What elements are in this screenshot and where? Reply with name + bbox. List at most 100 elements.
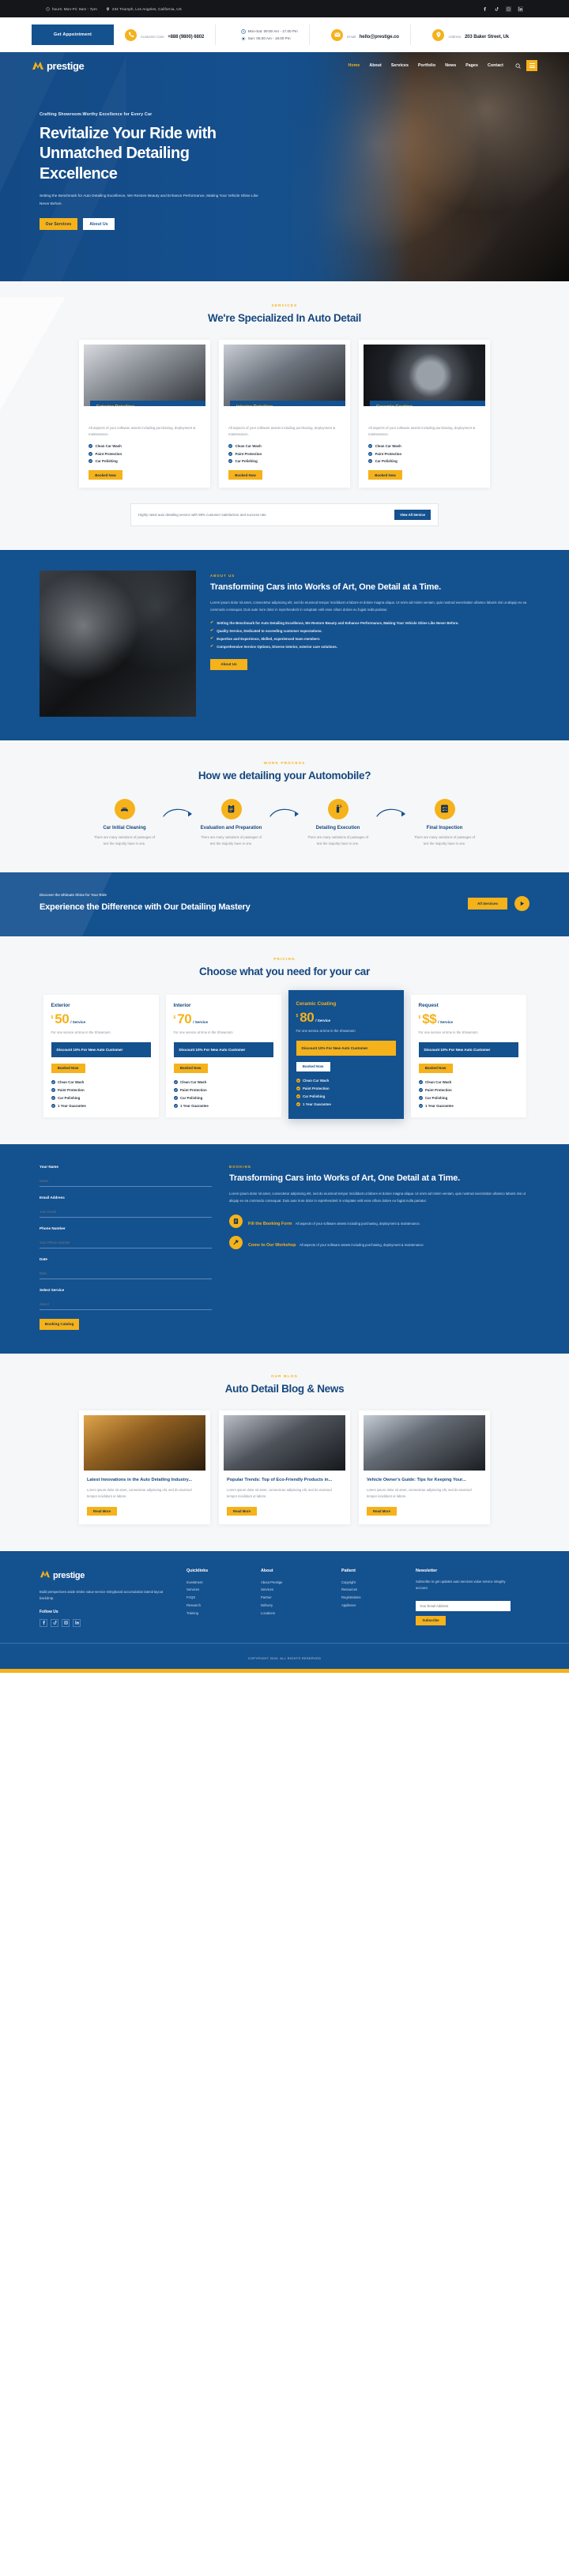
site-logo[interactable]: prestige: [32, 59, 85, 72]
booking-content: BOOKING Transforming Cars into Works of …: [229, 1165, 529, 1330]
plan-book-button[interactable]: Booked Now: [173, 1063, 208, 1073]
get-appointment-button[interactable]: Get Appointment: [32, 24, 114, 45]
service-select[interactable]: [40, 1301, 212, 1310]
service-badge-title: Ceramic Coating: [376, 405, 484, 406]
blog-kicker: OUR BLOG: [270, 1373, 299, 1378]
topbar-address-text: 234 Triumph, Los Angeles, California, US: [111, 6, 182, 11]
footer-link[interactable]: Registrations: [341, 1594, 403, 1602]
footer-link[interactable]: FAQS: [187, 1594, 248, 1602]
nav-item-services[interactable]: Services: [391, 63, 409, 68]
phone-input[interactable]: [40, 1240, 212, 1248]
linkedin-icon[interactable]: [73, 1618, 81, 1627]
plan-amount: 70: [177, 1011, 192, 1026]
pricing-card-featured[interactable]: Ceramic Coating $ 80 / Service For one s…: [288, 989, 404, 1119]
search-icon[interactable]: [514, 62, 521, 69]
bullet-desc: All aspects of your software assets incl…: [299, 1243, 424, 1248]
service-book-button[interactable]: Booked Now: [228, 470, 262, 480]
service-card[interactable]: Interior Detailing Open Hours: Mon-Fri: …: [219, 339, 350, 488]
service-book-button[interactable]: Booked Now: [368, 470, 402, 480]
blog-card[interactable]: Vehicle Owner's Guide: Tips for Keeping …: [359, 1410, 490, 1524]
plan-book-button[interactable]: Booked Now: [418, 1063, 453, 1073]
feature-label: Paint Protection: [375, 451, 402, 456]
hero-buttons: Our Services About Us: [40, 218, 261, 231]
facebook-icon[interactable]: [40, 1618, 47, 1627]
date-input[interactable]: [40, 1271, 212, 1279]
tiktok-icon[interactable]: [494, 6, 499, 12]
footer-link[interactable]: Investment: [187, 1579, 248, 1587]
feature-item: Paint Protection: [51, 1087, 151, 1092]
footer-follow-label: Follow Us: [40, 1609, 58, 1614]
blog-post-desc: Lorem ipsum dolor sit amet, consectetur …: [227, 1488, 332, 1499]
linkedin-icon[interactable]: [518, 6, 523, 12]
email-input[interactable]: [40, 1209, 212, 1218]
location-pin-icon: [106, 6, 110, 11]
check-icon: [89, 451, 92, 456]
about-us-button[interactable]: About Us: [210, 658, 247, 670]
view-all-services-button[interactable]: View All Service: [394, 510, 431, 520]
footer-link[interactable]: Partner: [261, 1594, 329, 1602]
blog-container: OUR BLOG Auto Detail Blog & News Latest …: [40, 1374, 529, 1524]
email-block: Email hello@prestige.co: [331, 28, 399, 42]
footer-link[interactable]: Research: [187, 1602, 248, 1610]
footer-link[interactable]: Training: [187, 1610, 248, 1618]
read-more-button[interactable]: Read More: [367, 1506, 397, 1516]
plan-book-button[interactable]: Booked Now: [51, 1063, 85, 1073]
process-step-desc: There are many variations of passages of…: [93, 835, 156, 846]
check-icon: [296, 1094, 300, 1098]
footer-link[interactable]: Services: [187, 1586, 248, 1594]
facebook-icon[interactable]: [482, 6, 488, 12]
process-step-desc: There are many variations of passages of…: [200, 835, 262, 846]
instagram-icon[interactable]: [506, 6, 511, 12]
nav-item-home[interactable]: Home: [349, 63, 360, 68]
footer-link[interactable]: About Prestige: [261, 1579, 329, 1587]
plan-book-button[interactable]: Booked Now: [296, 1061, 330, 1071]
cta-all-services-button[interactable]: All Services: [468, 897, 507, 910]
nav-item-about[interactable]: About: [369, 63, 381, 68]
name-input[interactable]: [40, 1178, 212, 1187]
about-us-button[interactable]: About Us: [83, 218, 115, 231]
footer-link[interactable]: Locations: [261, 1610, 329, 1618]
footer-logo[interactable]: prestige: [40, 1569, 174, 1583]
newsletter-subscribe-button[interactable]: Subscribe: [416, 1615, 446, 1625]
pricing-card[interactable]: Request $ $$ / Service For one service a…: [410, 994, 526, 1117]
newsletter-email-input[interactable]: [416, 1600, 511, 1611]
pricing-card[interactable]: Interior $ 70 / Service For one service …: [165, 994, 281, 1117]
plan-currency: $: [51, 1015, 54, 1020]
form-icon: [229, 1215, 243, 1229]
play-icon[interactable]: [514, 895, 529, 911]
footer-link[interactable]: Copyright: [341, 1579, 403, 1587]
footer-link[interactable]: Delivery: [261, 1602, 329, 1610]
services-note: Highly rated auto detailing service with…: [130, 503, 439, 526]
nav-item-portfolio[interactable]: Portfolio: [418, 63, 435, 68]
footer-link[interactable]: Appliance: [341, 1602, 403, 1610]
booking-kicker: BOOKING: [229, 1164, 252, 1169]
hero-content: Crafting Showroom-Worthy Excellence for …: [0, 79, 261, 231]
service-image: Exterior Detailing Open Hours: Mon-Fri: …: [84, 344, 205, 406]
tiktok-icon[interactable]: [51, 1618, 58, 1627]
footer-link[interactable]: Services: [261, 1586, 329, 1594]
service-book-button[interactable]: Booked Now: [89, 470, 122, 480]
read-more-button[interactable]: Read More: [87, 1506, 117, 1516]
nav-item-news[interactable]: News: [445, 63, 456, 68]
our-services-button[interactable]: Our Services: [40, 218, 77, 231]
booking-submit-button[interactable]: Booking Catalog: [40, 1318, 79, 1330]
instagram-icon[interactable]: [62, 1618, 70, 1627]
logo-text: prestige: [47, 59, 85, 72]
footer-link[interactable]: Resources: [341, 1586, 403, 1594]
pricing-card[interactable]: Exterior $ 50 / Service For one service …: [43, 994, 159, 1117]
service-card[interactable]: Exterior Detailing Open Hours: Mon-Fri: …: [79, 339, 210, 488]
about-list-item: ✔ Quality Service, Dedicated to exceeding…: [210, 628, 529, 633]
blog-card[interactable]: Popular Trends: Top of Eco-Friendly Prod…: [219, 1410, 350, 1524]
blog-card[interactable]: Latest Innovations in the Auto Detailing…: [79, 1410, 210, 1524]
services-note-text: Highly rated auto detailing service with…: [138, 513, 266, 517]
nav-item-contact[interactable]: Contact: [488, 63, 503, 68]
email-label: Email: [347, 35, 356, 39]
service-card[interactable]: Ceramic Coating Open Hours: Mon-Fri: 8am…: [359, 339, 490, 488]
services-container: SERVICES We're Specialized In Auto Detai…: [40, 303, 529, 526]
nav-item-pages[interactable]: Pages: [465, 63, 478, 68]
footer-column-heading: Quicklinks: [187, 1568, 209, 1573]
plan-period: / Service: [193, 1019, 209, 1024]
read-more-button[interactable]: Read More: [227, 1506, 257, 1516]
menu-toggle-button[interactable]: [526, 60, 537, 71]
feature-item: 1 Year Guarantee: [296, 1102, 396, 1106]
